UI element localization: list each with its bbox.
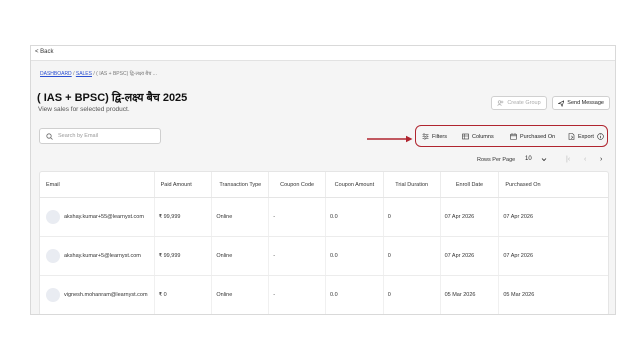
purchased-on-button[interactable]: Purchased On xyxy=(510,133,555,140)
filters-button[interactable]: Filters xyxy=(422,133,447,140)
row-purchased-on: 07 Apr 2026 xyxy=(503,253,534,259)
search-icon xyxy=(46,132,53,140)
app-window: < Back DASHBOARD / SALES / ( IAS + BPSC)… xyxy=(30,45,616,315)
page-title: ( IAS + BPSC) द्वि-लक्ष्य बैच 2025 xyxy=(37,92,188,104)
search-box xyxy=(39,128,161,144)
row-paid-amount: ₹ 99,999 xyxy=(155,198,213,236)
first-page-icon[interactable]: |‹ xyxy=(566,156,570,163)
row-transaction-type: Online xyxy=(212,198,270,236)
filter-icon xyxy=(422,133,429,140)
row-trial-duration: 0 xyxy=(384,276,441,314)
column-header-trial-duration[interactable]: Trial Duration xyxy=(384,172,441,197)
row-enroll-date: 07 Apr 2026 xyxy=(441,237,500,275)
column-header-paid-amount[interactable]: Paid Amount xyxy=(155,172,213,197)
table-row[interactable]: akshay.kumar+55@learnyst.com ₹ 99,999 On… xyxy=(40,198,608,237)
prev-page-icon[interactable]: ‹ xyxy=(584,156,586,163)
row-coupon-code: - xyxy=(269,198,326,236)
email-cell: akshay.kumar+55@learnyst.com xyxy=(40,198,155,236)
column-header-enroll-date[interactable]: Enroll Date xyxy=(441,172,500,197)
column-header-coupon-amount[interactable]: Coupon Amount xyxy=(326,172,384,197)
breadcrumb-dashboard[interactable]: DASHBOARD xyxy=(40,71,72,77)
page-subtitle: View sales for selected product. xyxy=(38,106,130,113)
send-message-label: Send Message xyxy=(567,100,604,106)
annotation-arrow-icon xyxy=(367,135,413,143)
filters-label: Filters xyxy=(432,133,447,140)
export-file-icon xyxy=(568,133,575,140)
chevron-down-icon xyxy=(541,157,547,161)
row-transaction-type: Online xyxy=(212,276,270,314)
row-trial-duration: 0 xyxy=(384,198,441,236)
table-header: Email Paid Amount Transaction Type Coupo… xyxy=(40,172,608,198)
breadcrumb-sales[interactable]: SALES xyxy=(76,71,92,77)
avatar xyxy=(46,249,60,263)
info-icon xyxy=(597,133,604,140)
columns-button[interactable]: Columns xyxy=(462,133,494,140)
table-row[interactable]: akshay.kumar+5@learnyst.com ₹ 99,999 Onl… xyxy=(40,237,608,276)
column-header-email[interactable]: Email xyxy=(40,172,155,197)
row-coupon-amount: 0.0 xyxy=(326,198,384,236)
rows-per-page-value: 10 xyxy=(525,156,532,162)
row-trial-duration: 0 xyxy=(384,237,441,275)
avatar xyxy=(46,288,60,302)
next-page-icon[interactable]: › xyxy=(600,156,602,163)
purchased-on-label: Purchased On xyxy=(520,133,556,140)
back-link[interactable]: < Back xyxy=(35,49,54,55)
breadcrumb: DASHBOARD / SALES / ( IAS + BPSC) द्वि-ल… xyxy=(40,71,157,77)
column-header-coupon-code[interactable]: Coupon Code xyxy=(269,172,326,197)
row-purchased-on: 05 Mar 2026 xyxy=(503,292,535,298)
send-icon xyxy=(558,99,565,107)
row-email: akshay.kumar+5@learnyst.com xyxy=(64,253,141,259)
columns-label: Columns xyxy=(472,133,494,140)
group-icon xyxy=(497,100,504,106)
email-cell: vignesh.mohanram@learnyst.com xyxy=(40,276,155,314)
rows-per-page-select[interactable]: 10 xyxy=(522,152,550,166)
calendar-icon xyxy=(510,133,517,140)
sales-table: Email Paid Amount Transaction Type Coupo… xyxy=(39,171,609,314)
columns-icon xyxy=(462,133,469,140)
table-row[interactable]: vignesh.mohanram@learnyst.com ₹ 0 Online… xyxy=(40,276,608,314)
row-paid-amount: ₹ 99,999 xyxy=(155,237,213,275)
email-cell: akshay.kumar+5@learnyst.com xyxy=(40,237,155,275)
export-label: Export xyxy=(578,133,594,140)
column-header-purchased-on[interactable]: Purchased On xyxy=(499,172,608,197)
row-enroll-date: 07 Apr 2026 xyxy=(441,198,500,236)
top-bar: < Back xyxy=(31,46,615,61)
row-coupon-code: - xyxy=(269,237,326,275)
table-toolbar-highlight: Filters Columns Purchased On Export xyxy=(415,125,608,147)
send-message-button[interactable]: Send Message xyxy=(552,96,610,110)
row-coupon-amount: 0.0 xyxy=(326,276,384,314)
row-coupon-code: - xyxy=(269,276,326,314)
rows-per-page-label: Rows Per Page xyxy=(477,157,516,163)
create-group-button[interactable]: Create Group xyxy=(491,96,547,110)
row-enroll-date: 05 Mar 2026 xyxy=(441,276,500,314)
row-paid-amount: ₹ 0 xyxy=(155,276,213,314)
breadcrumb-current: ( IAS + BPSC) द्वि-लक्ष्य बैच ... xyxy=(96,71,157,77)
column-header-transaction-type[interactable]: Transaction Type xyxy=(212,172,270,197)
row-email: akshay.kumar+55@learnyst.com xyxy=(64,214,144,220)
row-email: vignesh.mohanram@learnyst.com xyxy=(64,292,148,298)
search-input[interactable] xyxy=(58,133,158,139)
row-coupon-amount: 0.0 xyxy=(326,237,384,275)
row-transaction-type: Online xyxy=(212,237,270,275)
create-group-label: Create Group xyxy=(507,100,541,106)
avatar xyxy=(46,210,60,224)
export-button[interactable]: Export xyxy=(568,133,604,140)
row-purchased-on: 07 Apr 2026 xyxy=(503,214,534,220)
